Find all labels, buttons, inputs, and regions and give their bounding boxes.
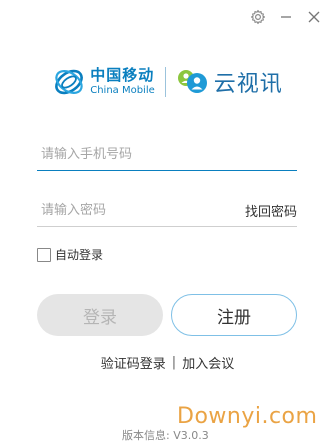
carrier-name-en: China Mobile (90, 85, 155, 96)
window-controls (249, 8, 323, 26)
version-info: 版本信息: V3.0.3 (122, 429, 209, 442)
brand-header: 中国移动 China Mobile 云视讯 (0, 62, 335, 102)
forgot-password-link[interactable]: 找回密码 (245, 201, 297, 220)
password-field-wrapper: 找回密码 (37, 195, 297, 227)
app-people-icon (177, 70, 207, 93)
china-mobile-logo: 中国移动 China Mobile (52, 65, 155, 99)
register-button[interactable]: 注册 (171, 294, 297, 336)
login-button[interactable]: 登录 (37, 294, 163, 336)
phone-field-wrapper (37, 139, 297, 171)
gear-icon[interactable] (249, 8, 267, 26)
link-separator: | (171, 355, 177, 370)
minimize-icon[interactable] (277, 8, 295, 26)
app-logo: 云视讯 (176, 66, 283, 98)
password-input[interactable] (37, 195, 227, 226)
join-meeting-link[interactable]: 加入会议 (182, 353, 234, 372)
close-icon[interactable] (305, 8, 323, 26)
logo-divider (164, 67, 166, 97)
auto-login-label: 自动登录 (55, 248, 104, 262)
auto-login-option[interactable]: 自动登录 (37, 246, 103, 263)
auto-login-checkbox[interactable] (37, 247, 51, 262)
phone-input[interactable] (37, 139, 297, 170)
carrier-name-cn: 中国移动 (90, 66, 155, 84)
code-login-link[interactable]: 验证码登录 (101, 353, 166, 372)
watermark: Downyi.com (177, 404, 318, 429)
china-mobile-emblem-icon (55, 69, 84, 95)
app-name: 云视讯 (213, 72, 283, 97)
alt-login-links: 验证码登录 | 加入会议 (0, 353, 335, 372)
